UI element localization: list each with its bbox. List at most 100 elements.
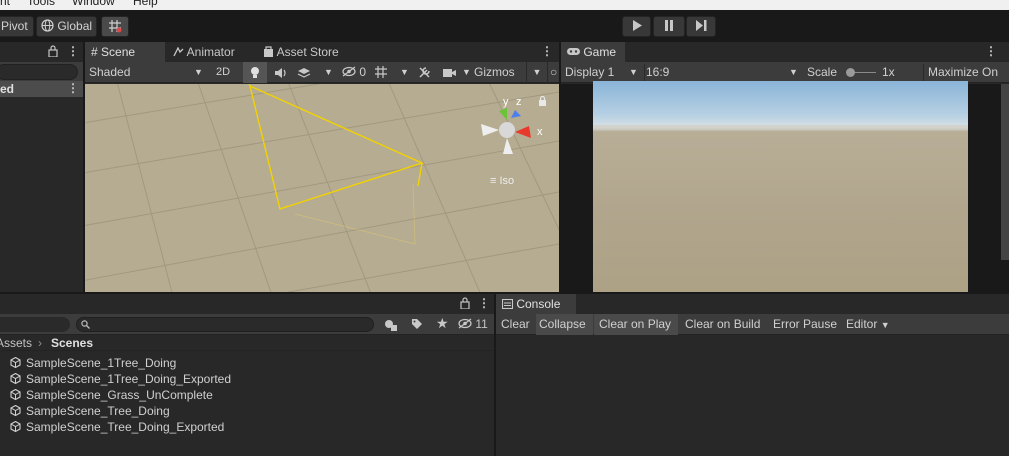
step-icon xyxy=(695,20,706,31)
tools-button[interactable] xyxy=(418,64,434,81)
gizmos-dropdown[interactable]: ▼ xyxy=(526,62,548,83)
scale-slider-thumb[interactable] xyxy=(846,68,855,77)
breadcrumb-assets[interactable]: Assets xyxy=(0,335,32,351)
gizmos-button[interactable]: Gizmos xyxy=(474,64,516,81)
scale-slider[interactable] xyxy=(846,68,876,77)
tab-game-label: Game xyxy=(583,45,617,59)
unity-scene-icon xyxy=(10,405,21,416)
gizmo-z-label: z xyxy=(516,96,522,108)
list-item[interactable]: SampleScene_1Tree_Doing xyxy=(10,355,176,371)
clear-on-build-toggle[interactable]: Clear on Build xyxy=(685,316,760,333)
search-by-type-icon[interactable] xyxy=(384,318,398,331)
pivot-label: Pivot xyxy=(1,19,28,33)
list-item[interactable]: SampleScene_1Tree_Doing_Exported xyxy=(10,371,231,387)
snap-button[interactable] xyxy=(101,16,129,37)
collapse-toggle[interactable]: Collapse xyxy=(539,316,586,333)
game-tabbar: Game ⋮ xyxy=(561,42,1009,62)
editor-dropdown[interactable]: Editor ▼ xyxy=(846,316,894,333)
tab-asset-store[interactable]: Asset Store xyxy=(257,42,353,62)
search-icon xyxy=(81,320,90,329)
aspect-dropdown[interactable]: 16:9 ▼ xyxy=(644,64,801,81)
breadcrumb-scenes[interactable]: Scenes xyxy=(51,335,93,351)
unity-scene-icon xyxy=(10,357,21,368)
lock-icon[interactable] xyxy=(48,45,58,57)
clear-on-play-toggle[interactable]: Clear on Play xyxy=(599,316,671,333)
menu-item-component[interactable]: nt xyxy=(0,0,10,8)
kebab-menu-icon[interactable]: ⋮ xyxy=(67,42,79,60)
audio-toggle[interactable] xyxy=(274,64,290,81)
list-item[interactable]: SampleScene_Grass_UnComplete xyxy=(10,387,213,403)
list-item[interactable]: SampleScene_Tree_Doing xyxy=(10,403,170,419)
chevron-right-icon: › xyxy=(38,336,42,350)
tab-console[interactable]: Console xyxy=(496,294,576,314)
gizmo-lock-icon[interactable] xyxy=(538,96,547,106)
clear-button[interactable]: Clear xyxy=(501,316,530,333)
lighting-toggle[interactable] xyxy=(243,62,267,83)
play-button[interactable] xyxy=(622,16,651,37)
shading-mode-dropdown[interactable]: Shaded ▼ xyxy=(89,64,204,81)
favorite-star-icon[interactable]: ★ xyxy=(436,315,449,332)
game-scrollbar[interactable] xyxy=(1001,84,1009,260)
grid-snap-icon xyxy=(375,66,387,78)
project-visibility-toggle[interactable]: 11 xyxy=(458,316,488,333)
game-render[interactable] xyxy=(593,81,968,292)
scale-label: Scale xyxy=(807,65,838,79)
unity-scene-icon xyxy=(10,389,21,400)
tab-game[interactable]: Game xyxy=(561,42,625,62)
layers-icon xyxy=(297,68,311,78)
snap-grid-icon xyxy=(109,20,122,33)
pivot-button[interactable]: Pivot xyxy=(0,16,34,37)
chevron-down-icon: ▼ xyxy=(194,67,203,77)
aspect-label: 16:9 xyxy=(646,65,670,79)
scene-viewport[interactable]: y z x ≡ Iso xyxy=(85,84,559,292)
hierarchy-search-input[interactable] xyxy=(0,64,78,80)
global-label: Global xyxy=(57,19,93,33)
menu-item-window[interactable]: Window xyxy=(72,0,115,8)
2d-toggle-button[interactable]: 2D xyxy=(209,64,237,81)
chevron-down-icon: ▼ xyxy=(324,67,333,77)
project-panel: ⋮ ★ 11 Assets › Scenes SampleScene_1Tree… xyxy=(0,294,494,456)
scene-visibility-toggle[interactable]: 0 xyxy=(342,64,370,81)
label-tag-icon[interactable] xyxy=(411,318,423,330)
kebab-menu-icon[interactable]: ⋮ xyxy=(541,42,553,60)
scene-search-input[interactable]: ○ xyxy=(550,64,559,81)
hierarchy-scene-label: ed xyxy=(0,82,15,96)
global-button[interactable]: Global xyxy=(36,16,97,37)
effects-dropdown[interactable]: ▼ xyxy=(297,64,333,81)
unity-scene-icon xyxy=(10,373,21,384)
gizmo-x-label: x xyxy=(537,126,543,138)
step-button[interactable] xyxy=(686,16,716,37)
list-item[interactable]: SampleScene_Tree_Doing_Exported xyxy=(10,419,224,435)
kebab-menu-icon[interactable]: ⋮ xyxy=(985,42,997,60)
tab-animator[interactable]: Animator xyxy=(167,42,247,62)
kebab-menu-icon[interactable]: ⋮ xyxy=(67,81,79,95)
chevron-down-icon: ▼ xyxy=(789,67,798,77)
tab-console-label: Console xyxy=(516,297,561,311)
camera-dropdown[interactable]: ▼ xyxy=(443,64,471,81)
tab-scene[interactable]: # Scene xyxy=(85,42,165,62)
error-pause-toggle[interactable]: Error Pause xyxy=(773,316,837,333)
grid-snap-dropdown[interactable]: ▼ xyxy=(374,64,412,81)
project-hidden-count: 11 xyxy=(475,317,488,331)
hidden-eye-icon xyxy=(458,318,472,329)
maximize-on-play-button[interactable]: Maximize On xyxy=(923,64,1009,81)
project-folder-search[interactable] xyxy=(0,317,70,332)
hierarchy-scene-row[interactable]: ed ⋮ xyxy=(0,81,83,97)
lightbulb-icon xyxy=(251,67,259,78)
gizmos-label: Gizmos xyxy=(474,65,515,79)
menu-item-help[interactable]: Help xyxy=(133,0,158,8)
projection-toggle[interactable]: ≡ Iso xyxy=(490,175,514,187)
store-icon xyxy=(264,46,273,57)
pause-button[interactable] xyxy=(653,16,685,37)
kebab-menu-icon[interactable]: ⋮ xyxy=(478,294,490,312)
game-panel: Game ⋮ Display 1 ▼ 16:9 ▼ Scale 1x Maxim… xyxy=(561,42,1009,292)
lock-icon[interactable] xyxy=(460,297,470,309)
project-search-input[interactable] xyxy=(76,317,374,332)
display-dropdown[interactable]: Display 1 ▼ xyxy=(565,64,638,81)
wrench-icon xyxy=(419,67,430,78)
orientation-gizmo[interactable]: y z x xyxy=(477,96,547,176)
scale-value: 1x xyxy=(882,65,895,79)
speaker-icon xyxy=(275,68,286,78)
menu-item-tools[interactable]: Tools xyxy=(27,0,55,8)
console-toolbar: Clear Collapse Clear on Play Clear on Bu… xyxy=(496,314,1009,335)
